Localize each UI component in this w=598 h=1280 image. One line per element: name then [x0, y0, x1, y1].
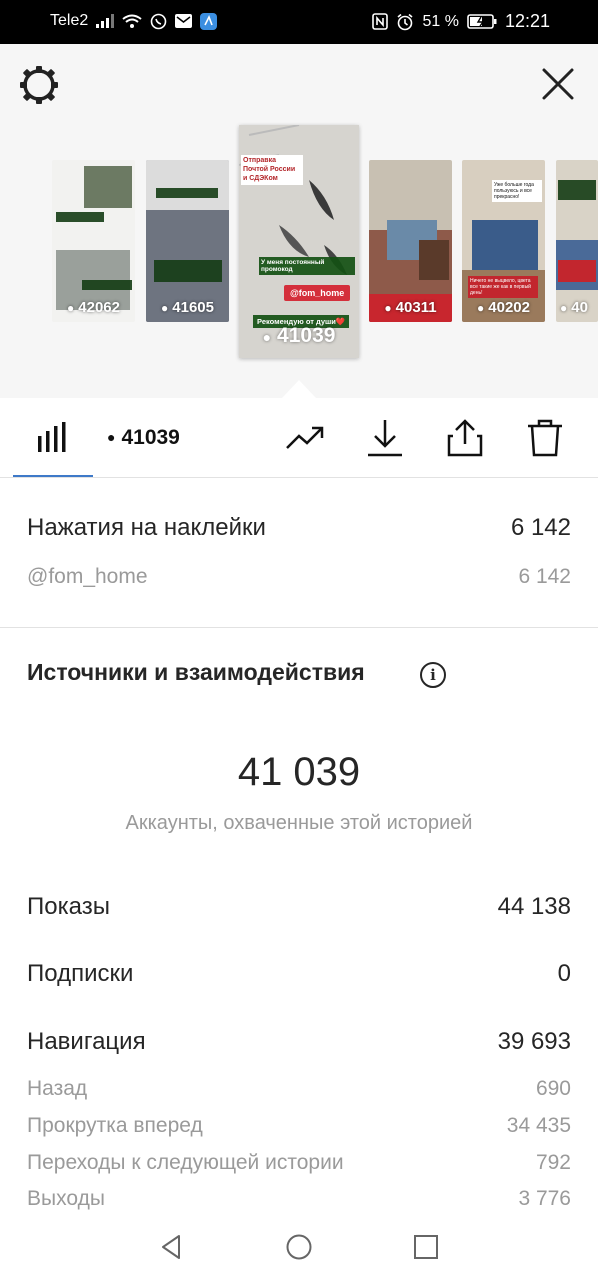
trending-up-icon[interactable] [285, 418, 325, 458]
navigation-item-value: 792 [535, 1151, 571, 1174]
close-icon[interactable] [540, 66, 576, 102]
story-thumbnail[interactable]: Уже больше года пользуюсь и все прекрасн… [462, 160, 545, 322]
sticker-taps-value: 6 142 [510, 514, 571, 541]
section-title: Источники и взаимодействия [27, 659, 365, 685]
eye-icon: ● [477, 301, 485, 315]
story-caption-block [82, 280, 132, 290]
story-thumbnail[interactable]: ● 42062 [52, 160, 135, 322]
story-caption-block [154, 260, 222, 282]
sticker-item-row: @fom_home 6 142 [27, 565, 571, 589]
trash-icon[interactable] [525, 418, 565, 458]
navigation-next-story-row: Переходы к следующей истории 792 [27, 1151, 571, 1175]
eye-icon: ● [107, 429, 116, 445]
back-icon[interactable] [157, 1232, 187, 1262]
system-nav-bar [0, 1220, 598, 1280]
share-icon[interactable] [445, 418, 485, 458]
story-promo-text: У меня постоянный промокод [259, 257, 355, 275]
mail-icon [175, 14, 193, 28]
story-thumbnail-selected[interactable]: Отправка Почтой России и СДЭКом У меня п… [239, 125, 359, 358]
carrier-label: Tele2 [50, 12, 89, 29]
story-caption-block [558, 260, 596, 282]
story-view-count: ● 40 [560, 299, 588, 316]
navigation-item-label: Выходы [27, 1187, 105, 1210]
story-caption-block [156, 188, 218, 198]
story-view-count: ● 40202 [477, 299, 530, 316]
impressions-row: Показы 44 138 [27, 893, 571, 921]
story-thumbnail[interactable]: ● 41605 [146, 160, 229, 322]
navigation-item-value: 690 [535, 1077, 571, 1100]
sticker-taps-row: Нажатия на наклейки 6 142 [27, 514, 571, 542]
follows-value: 0 [557, 960, 571, 987]
eye-icon: ● [560, 301, 568, 315]
wifi-icon [122, 14, 142, 28]
sticker-item-value: 6 142 [518, 565, 571, 588]
battery-icon [467, 14, 497, 29]
whatsapp-icon [150, 13, 167, 29]
eye-icon: ● [161, 301, 169, 315]
nfc-icon [372, 13, 389, 30]
navigation-item-value: 34 435 [506, 1114, 571, 1137]
eye-icon: ● [384, 301, 392, 315]
section-divider [0, 627, 598, 628]
reach-label: Аккаунты, охваченные этой историей [125, 812, 473, 834]
story-caption-block [56, 212, 104, 222]
navigation-back-row: Назад 690 [27, 1077, 571, 1101]
navigation-value: 39 693 [497, 1028, 571, 1055]
story-title-text: Отправка Почтой России и СДЭКом [241, 155, 303, 186]
views-tab[interactable]: ● 41039 [107, 426, 180, 450]
follows-row: Подписки 0 [27, 960, 571, 988]
navigation-forward-row: Прокрутка вперед 34 435 [27, 1114, 571, 1138]
story-caption-text: Ничего не выцвело, цвета все такие же ка… [468, 276, 538, 298]
navigation-item-value: 3 776 [518, 1187, 571, 1210]
home-icon[interactable] [284, 1232, 314, 1262]
selection-pointer [282, 380, 316, 398]
story-caption-block [558, 180, 596, 200]
navigation-item-label: Переходы к следующей истории [27, 1151, 344, 1174]
signal-icon [96, 14, 115, 28]
story-view-count: ● 40311 [384, 299, 437, 316]
navigation-label: Навигация [27, 1028, 146, 1055]
navigation-item-label: Назад [27, 1077, 88, 1100]
sticker-item-label: @fom_home [27, 565, 148, 588]
navigation-row: Навигация 39 693 [27, 1028, 571, 1056]
story-toolbar: ● 41039 [0, 398, 598, 478]
clock: 12:21 [504, 11, 550, 31]
story-thumbnail[interactable]: ● 40 [556, 160, 598, 322]
tab-active-indicator [13, 475, 93, 477]
recents-icon[interactable] [411, 1232, 441, 1262]
story-thumbnail[interactable]: ● 40311 [369, 160, 452, 322]
alarm-icon [397, 13, 413, 30]
impressions-value: 44 138 [497, 893, 571, 920]
sticker-taps-label: Нажатия на наклейки [27, 514, 266, 541]
download-icon[interactable] [365, 418, 405, 458]
eye-icon: ● [67, 301, 75, 315]
impressions-label: Показы [27, 893, 110, 920]
navigation-exits-row: Выходы 3 776 [27, 1187, 571, 1211]
story-view-count: ● 42062 [67, 299, 120, 316]
battery-percent: 51 % [422, 12, 459, 30]
bar-chart-icon[interactable] [36, 422, 70, 452]
story-view-count: ● 41039 [262, 324, 336, 347]
info-icon[interactable]: i [420, 662, 446, 688]
reach-value: 41 039 [237, 750, 361, 794]
settings-icon[interactable] [18, 64, 60, 106]
eye-icon: ● [262, 329, 272, 345]
story-view-count: ● 41605 [161, 299, 214, 316]
app-icon [200, 12, 218, 30]
navigation-item-label: Прокрутка вперед [27, 1114, 203, 1137]
mention-sticker: @fom_home [284, 285, 351, 301]
story-caption-text: Уже больше года пользуюсь и все прекрасн… [492, 180, 542, 202]
follows-label: Подписки [27, 960, 134, 987]
status-bar: Tele2 51 % 12:21 [0, 0, 598, 44]
